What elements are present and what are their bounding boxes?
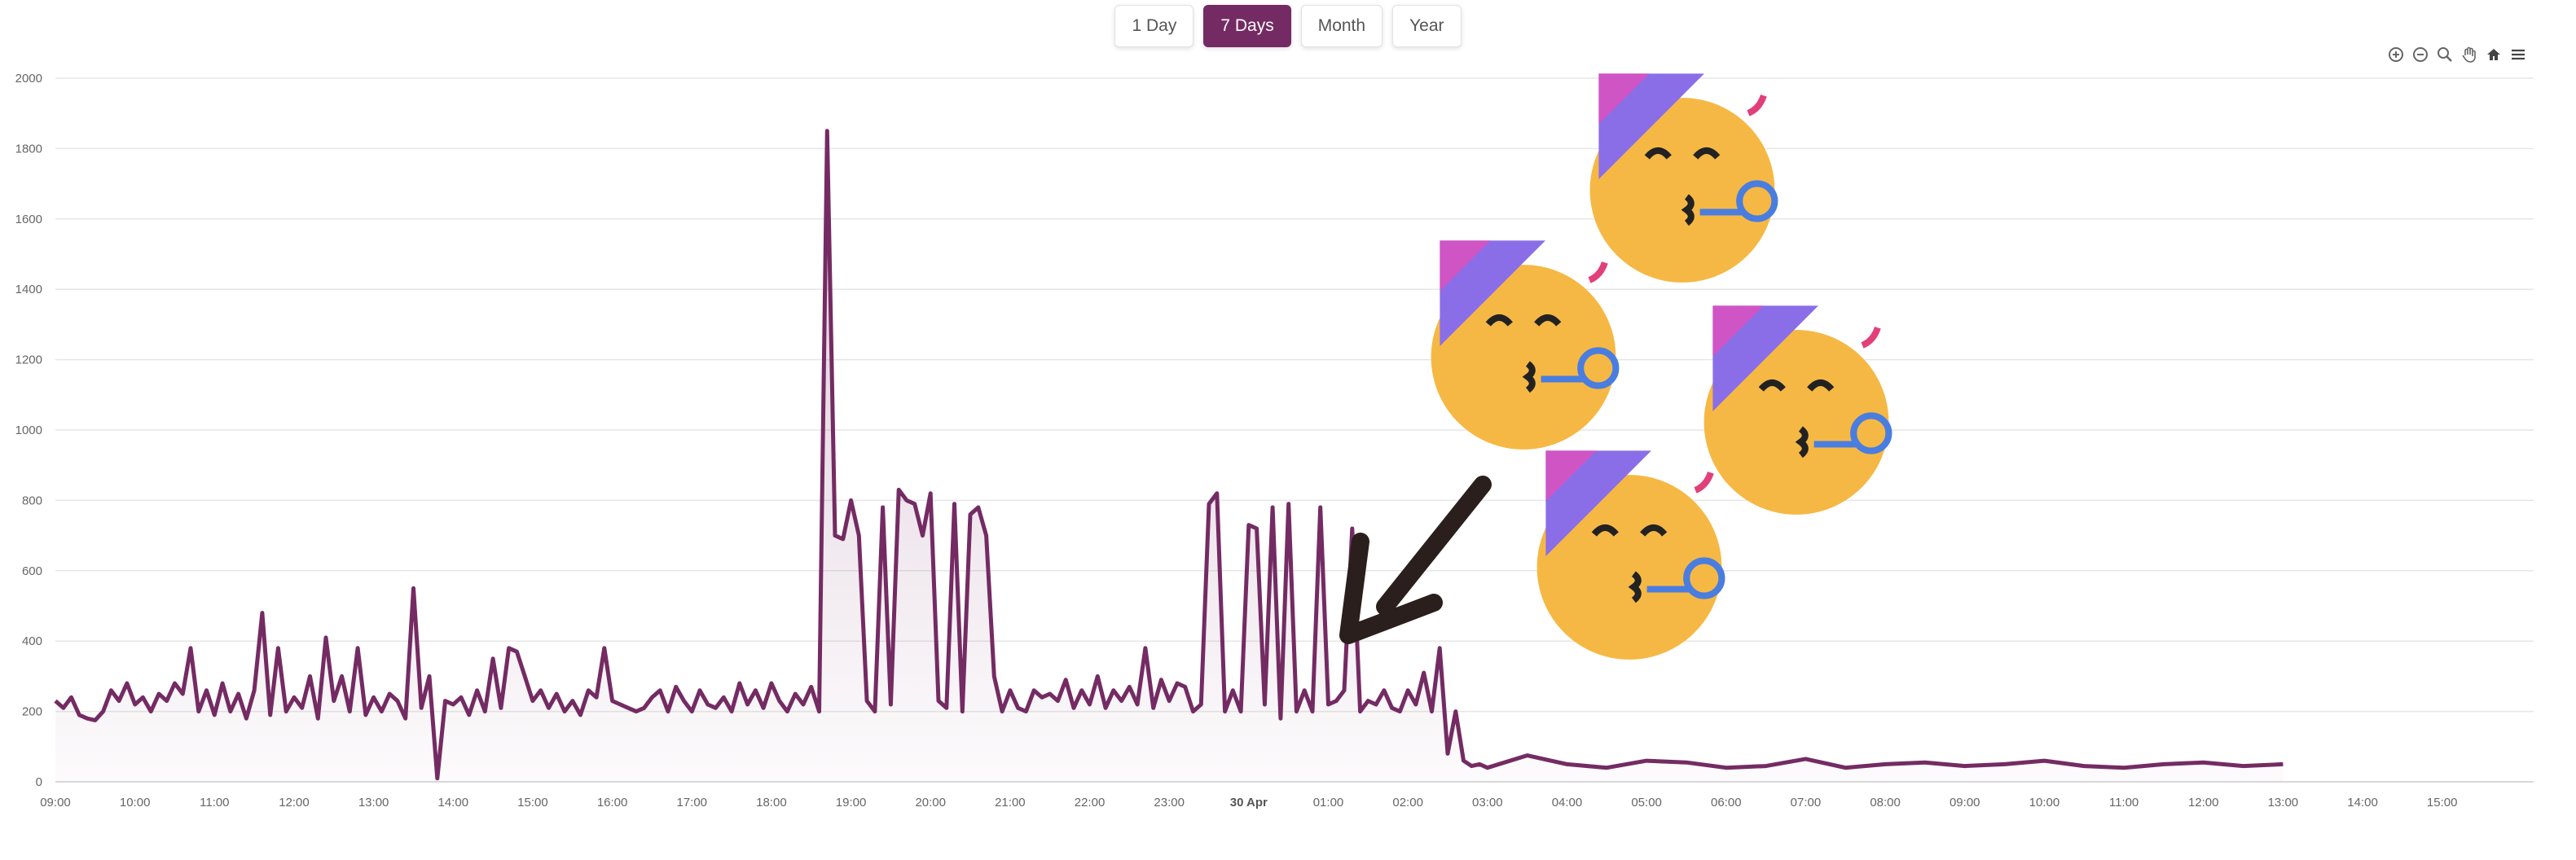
x-tick-label: 15:00 [2427, 796, 2458, 810]
party-face-emoji-4 [1536, 450, 1725, 660]
x-tick-label: 11:00 [2109, 796, 2139, 810]
x-tick-label: 02:00 [1392, 796, 1423, 810]
x-tick-label: 20:00 [915, 796, 946, 810]
y-tick-label: 200 [22, 705, 42, 719]
y-tick-label: 0 [36, 775, 42, 789]
y-tick-label: 1400 [15, 283, 42, 296]
x-tick-label: 09:00 [1950, 796, 1980, 810]
y-axis-ticks: 0 200 400 600 800 1000 1200 1400 1600 1800 2000 [15, 72, 42, 789]
y-tick-label: 1800 [15, 142, 42, 156]
x-tick-label: 03:00 [1472, 796, 1503, 810]
series-points [55, 131, 2284, 779]
x-tick-label: 08:00 [1870, 796, 1901, 810]
x-tick-label: 16:00 [597, 796, 628, 810]
y-tick-label: 1200 [15, 353, 42, 367]
series-line [54, 129, 2284, 781]
x-tick-label: 23:00 [1154, 796, 1185, 810]
y-tick-label: 1600 [15, 213, 42, 226]
x-tick-label: 13:00 [2268, 796, 2299, 810]
x-axis-ticks: 09:00 10:00 11:00 12:00 13:00 14:00 15:00 16:00… [40, 796, 2457, 810]
arrow-annotation [1339, 476, 1492, 644]
x-tick-label: 15:00 [517, 796, 548, 810]
y-tick-label: 400 [22, 634, 42, 648]
y-tick-label: 600 [22, 564, 42, 578]
x-tick-label: 17:00 [676, 796, 707, 810]
x-tick-label: 12:00 [279, 796, 310, 810]
x-tick-label: 01:00 [1313, 796, 1344, 810]
x-tick-label: 10:00 [2029, 796, 2060, 810]
x-tick-label: 06:00 [1711, 796, 1742, 810]
x-tick-label: 30 Apr [1230, 796, 1268, 810]
x-tick-label: 18:00 [756, 796, 787, 810]
x-tick-label: 05:00 [1631, 796, 1662, 810]
x-tick-label: 09:00 [40, 796, 71, 810]
x-tick-label: 04:00 [1552, 796, 1583, 810]
x-tick-label: 22:00 [1075, 796, 1106, 810]
x-tick-label: 07:00 [1791, 796, 1822, 810]
x-tick-label: 19:00 [836, 796, 867, 810]
x-tick-label: 12:00 [2188, 796, 2219, 810]
y-tick-label: 2000 [15, 72, 42, 86]
y-tick-label: 1000 [15, 423, 42, 437]
line-chart: 0 200 400 600 800 1000 1200 1400 1600 1800 2000 09… [15, 72, 2534, 810]
x-tick-label: 14:00 [2347, 796, 2378, 810]
x-tick-label: 21:00 [995, 796, 1026, 810]
y-tick-label: 800 [22, 494, 42, 507]
x-tick-label: 10:00 [120, 796, 151, 810]
series-area-fill [55, 130, 2284, 783]
party-face-emoji-2 [1431, 240, 1620, 450]
x-tick-label: 14:00 [438, 796, 469, 810]
x-tick-label: 13:00 [358, 796, 389, 810]
x-tick-label: 11:00 [200, 796, 229, 810]
